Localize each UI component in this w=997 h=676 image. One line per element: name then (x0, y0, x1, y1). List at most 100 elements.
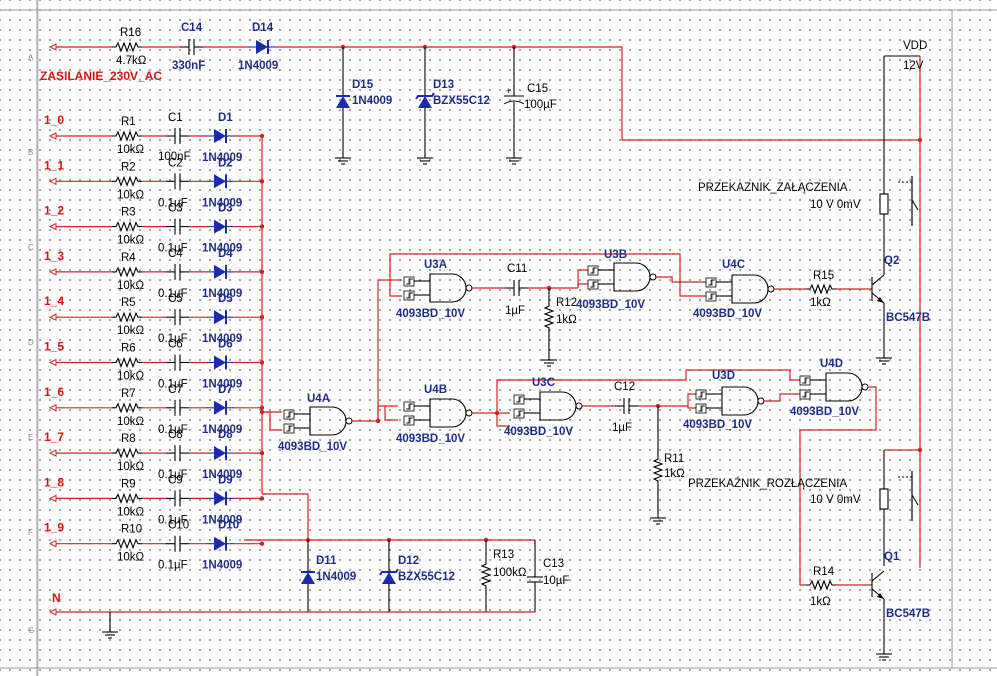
resistor-value: 10kΩ (117, 144, 145, 156)
resistor-ref: R10 (121, 524, 142, 536)
c14-value: 330nF (172, 60, 205, 72)
input-row-3[interactable]: 1_3 R410kΩC40.1µFD41N4009 (44, 248, 265, 300)
d11-ref: D11 (316, 555, 337, 567)
vdd-rail[interactable]: VDD 12V (883, 40, 927, 568)
r15-value: 1kΩ (810, 297, 831, 309)
capacitor-value: 0.1µF (158, 560, 188, 572)
input-row-7[interactable]: 1_7 R810kΩC80.1µFD81N4009 (44, 429, 265, 481)
supply-section[interactable]: + ZASILANIE_230V_AC R16 4.7kΩ C14 330nF … (40, 22, 920, 165)
diode-ref: D10 (218, 520, 239, 532)
resistor-value: 10kΩ (117, 461, 145, 473)
input-net-label: 1_2 (44, 204, 64, 218)
capacitor-ref: C5 (168, 293, 183, 305)
r14-value: 1kΩ (810, 596, 831, 608)
input-net-label: 1_5 (44, 340, 64, 354)
resistor-value: 10kΩ (117, 189, 145, 201)
resistor-ref: R5 (121, 297, 136, 309)
capacitor-ref: C1 (168, 112, 183, 124)
resistor-ref: R3 (121, 207, 136, 219)
resistor-ref: R7 (121, 388, 136, 400)
u4b-ref: U4B (424, 384, 447, 396)
resistor-value: 10kΩ (117, 552, 145, 564)
resistor-ref: R6 (121, 343, 136, 355)
r16-ref: R16 (120, 27, 141, 39)
c11-value: 1µF (505, 305, 525, 317)
d15-value: 1N4009 (352, 95, 392, 107)
input-row-8[interactable]: 1_8 R910kΩC90.1µFD91N4009 (44, 474, 265, 526)
capacitor-ref: C3 (168, 203, 183, 215)
input-row-2[interactable]: 1_2 R310kΩC30.1µFD31N4009 (44, 203, 265, 255)
diode-ref: D2 (218, 157, 233, 169)
ruler-row-f: F (28, 528, 33, 537)
u3a-ref: U3A (424, 259, 447, 271)
d12-ref: D12 (398, 555, 419, 567)
input-row-4[interactable]: 1_4 R510kΩC50.1µFD51N4009 (44, 293, 265, 345)
input-net-label: 1_6 (44, 385, 64, 399)
relay-on-rating: 10 V 0mV (810, 199, 861, 211)
relay-off-rating: 10 V 0mV (810, 494, 861, 506)
d12-value: BZX55C12 (398, 571, 455, 583)
d13-value: BZX55C12 (433, 95, 490, 107)
input-row-6[interactable]: 1_6 R710kΩC70.1µFD71N4009 (44, 384, 265, 436)
input-bus (259, 136, 309, 540)
output-stage[interactable]: PRZEKAZNIK_ZAŁĄCZENIA 10 V 0mV Q2 BC547B… (688, 175, 930, 661)
resistor-ref: R2 (121, 161, 136, 173)
resistor-ref: R4 (121, 252, 136, 264)
input-row-9[interactable]: 1_9 R10 10kΩ C10 0.1µF D10 1N4009 (44, 520, 265, 572)
schematic-sheet: A B C D E F G + ZASILANIE_230V_AC R16 4.… (0, 0, 997, 676)
r12-value: 1kΩ (556, 314, 577, 326)
c13-ref: C13 (543, 558, 564, 570)
diode-ref: D6 (218, 339, 233, 351)
resistor-value: 10kΩ (117, 235, 145, 247)
diode-ref: D7 (218, 384, 233, 396)
u4c-ref: U4C (722, 259, 745, 271)
resistor-ref: R1 (121, 116, 136, 128)
vdd-label: VDD (903, 40, 927, 52)
neutral-net-label: N (52, 591, 61, 605)
input-row-1[interactable]: 1_1 R210kΩC20.1µFD21N4009 (44, 157, 265, 209)
capacitor-ref: C10 (168, 520, 189, 532)
q2-ref: Q2 (884, 255, 899, 267)
r15-ref: R15 (813, 270, 834, 282)
u4b-part: 4093BD_10V (396, 433, 465, 445)
c11-ref: C11 (507, 263, 527, 275)
relay-on-label: PRZEKAZNIK_ZAŁĄCZENIA (698, 182, 848, 194)
u4c-part: 4093BD_10V (693, 308, 762, 320)
capacitor-ref: C7 (168, 384, 183, 396)
input-rows[interactable]: 1_0 R110kΩC1100nFD11N40091_1 R210kΩC20.1µF… (44, 112, 265, 572)
r12-ref: R12 (556, 297, 577, 309)
diode-value: 1N4009 (202, 560, 242, 572)
capacitor-ref: C2 (168, 157, 183, 169)
u4a-part: 4093BD_10V (278, 441, 347, 453)
u3d-ref: U3D (712, 370, 735, 382)
ruler-row-e: E (28, 433, 33, 442)
u4d-ref: U4D (820, 358, 843, 370)
resistor-value: 10kΩ (117, 506, 145, 518)
c14-ref: C14 (181, 22, 203, 34)
svg-text:+: + (506, 86, 511, 96)
diode-ref: D9 (218, 474, 233, 486)
vdd-value: 12V (903, 60, 924, 72)
capacitor-ref: C4 (168, 248, 183, 260)
input-net-label: 1_1 (44, 158, 64, 172)
c13-value: 10µF (543, 575, 569, 587)
logic-section[interactable]: U4A 4093BD_10V U3A 4093BD_10V C11 1µF R1… (278, 249, 877, 608)
input-row-5[interactable]: 1_5 R610kΩC60.1µFD61N4009 (44, 339, 265, 391)
ruler-row-d: D (28, 338, 34, 347)
c15-value: 100µF (524, 99, 557, 111)
resistor-value: 10kΩ (117, 371, 145, 383)
diode-ref: D5 (218, 293, 233, 305)
input-net-label: 1_7 (44, 430, 64, 444)
d14-value: 1N4009 (238, 60, 278, 72)
capacitor-ref: C8 (168, 429, 183, 441)
schematic-canvas[interactable]: A B C D E F G + ZASILANIE_230V_AC R16 4.… (0, 0, 997, 676)
d15-ref: D15 (352, 79, 374, 91)
r13-ref: R13 (493, 549, 514, 561)
input-net-label: 1_4 (44, 294, 64, 308)
q1-value: BC547B (886, 608, 930, 620)
input-row-0[interactable]: 1_0 R110kΩC1100nFD11N4009 (44, 112, 265, 164)
supply-net-label: ZASILANIE_230V_AC (40, 69, 162, 83)
ruler-row-b: B (28, 148, 33, 157)
d11-value: 1N4009 (316, 571, 356, 583)
input-net-label: 1_3 (44, 249, 64, 263)
